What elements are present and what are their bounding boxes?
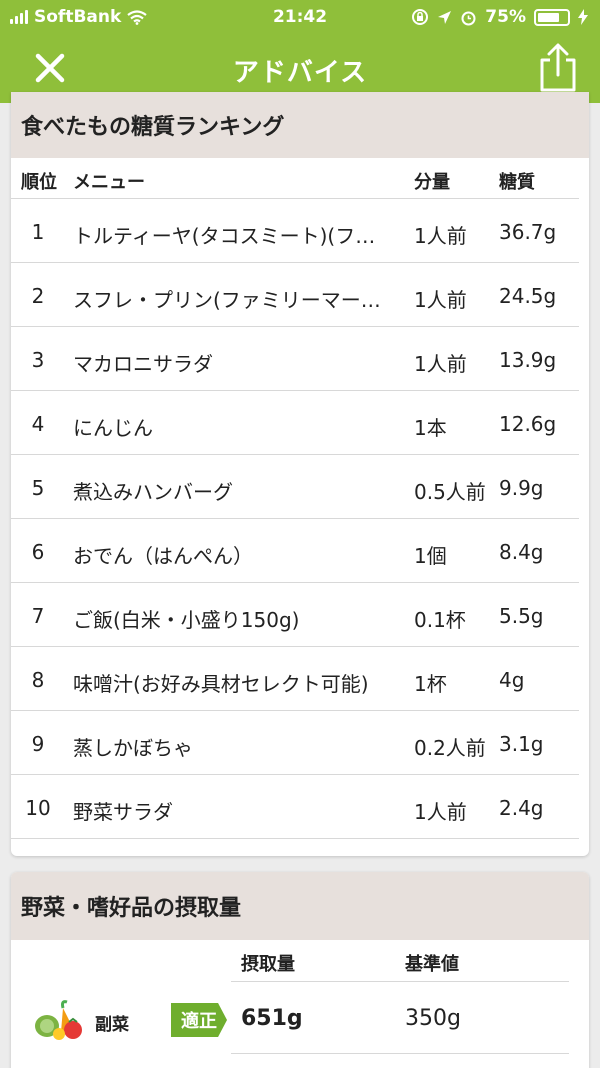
intake-standard: 350g xyxy=(405,1006,461,1031)
menu-cell: ご飯(白米・小盛り150g) xyxy=(73,608,300,632)
carb-cell: 4g xyxy=(499,668,525,692)
battery-fill xyxy=(538,12,559,22)
menu-cell: スフレ・プリン(ファミリーマー… xyxy=(73,288,381,312)
qty-cell: 1人前 xyxy=(414,288,467,312)
qty-cell: 1人前 xyxy=(414,352,467,376)
rank-cell: 7 xyxy=(31,604,45,628)
qty-cell: 0.2人前 xyxy=(414,736,486,760)
rank-cell: 3 xyxy=(31,348,45,372)
carb-ranking-title: 食べたもの糖質ランキング xyxy=(11,92,589,158)
intake-row[interactable]: 副菜 適正 651g 350g xyxy=(11,982,589,1054)
table-row[interactable]: 7 ご飯(白米・小盛り150g) 0.1杯 5.5g xyxy=(11,583,579,647)
battery-icon xyxy=(534,8,570,26)
rank-cell: 9 xyxy=(31,732,45,756)
header-amount: 摂取量 xyxy=(241,954,295,975)
charging-icon xyxy=(578,9,588,25)
rank-cell: 1 xyxy=(31,220,45,244)
qty-cell: 0.1杯 xyxy=(414,608,466,632)
header-menu: メニュー xyxy=(73,172,145,193)
intake-title: 野菜・嗜好品の摂取量 xyxy=(11,872,589,940)
menu-cell: おでん（はんぺん） xyxy=(73,544,253,568)
carb-cell: 12.6g xyxy=(499,412,557,436)
qty-cell: 0.5人前 xyxy=(414,480,486,504)
carb-cell: 2.4g xyxy=(499,796,544,820)
menu-cell: 味噌汁(お好み具材セレクト可能) xyxy=(73,672,369,696)
table-row[interactable]: 9 蒸しかぼちゃ 0.2人前 3.1g xyxy=(11,711,579,775)
carb-cell: 24.5g xyxy=(499,284,557,308)
intake-row-label: 副菜 xyxy=(95,1015,129,1035)
qty-cell: 1本 xyxy=(414,416,447,440)
rank-cell: 10 xyxy=(25,796,51,820)
table-row[interactable]: 3 マカロニサラダ 1人前 13.9g xyxy=(11,327,579,391)
header-rank: 順位 xyxy=(21,172,57,193)
header-standard: 基準値 xyxy=(405,954,459,975)
app-header: SoftBank 21:42 75% アドバイス xyxy=(0,0,600,103)
divider xyxy=(231,1053,569,1054)
carb-cell: 9.9g xyxy=(499,476,544,500)
alarm-icon xyxy=(461,11,476,25)
vegetables-icon xyxy=(35,1000,82,1040)
carb-cell: 36.7g xyxy=(499,220,557,244)
carb-cell: 13.9g xyxy=(499,348,557,372)
intake-table-header: 摂取量 基準値 xyxy=(11,940,589,982)
table-row[interactable]: 10 野菜サラダ 1人前 2.4g xyxy=(11,775,579,839)
qty-cell: 1人前 xyxy=(414,224,467,248)
ranking-rows: 1 トルティーヤ(タコスミート)(フ… 1人前 36.7g 2 スフレ・プリン(ファミリー… xyxy=(11,198,579,839)
location-icon xyxy=(438,10,452,24)
rank-cell: 5 xyxy=(31,476,45,500)
menu-cell: 野菜サラダ xyxy=(73,800,173,824)
menu-cell: にんじん xyxy=(73,416,153,440)
rotation-lock-icon xyxy=(412,9,429,25)
carb-cell: 3.1g xyxy=(499,732,544,756)
battery-percent: 75% xyxy=(485,7,526,27)
intake-card: 野菜・嗜好品の摂取量 摂取量 基準値 副菜 適正 651g 350g xyxy=(11,872,589,1068)
menu-cell: 煮込みハンバーグ xyxy=(73,480,233,504)
rank-cell: 4 xyxy=(31,412,45,436)
share-icon[interactable] xyxy=(536,42,580,94)
status-badge: 適正 xyxy=(171,1003,227,1037)
table-row[interactable]: 6 おでん（はんぺん） 1個 8.4g xyxy=(11,519,579,583)
table-row[interactable]: 5 煮込みハンバーグ 0.5人前 9.9g xyxy=(11,455,579,519)
carb-ranking-card: 食べたもの糖質ランキング 順位 メニュー 分量 糖質 1 トルティーヤ(タコスミー… xyxy=(11,92,589,856)
table-row[interactable]: 8 味噌汁(お好み具材セレクト可能) 1杯 4g xyxy=(11,647,579,711)
carb-cell: 8.4g xyxy=(499,540,544,564)
rank-cell: 2 xyxy=(31,284,45,308)
qty-cell: 1個 xyxy=(414,544,447,568)
header-qty: 分量 xyxy=(414,172,450,193)
intake-amount: 651g xyxy=(241,1006,303,1031)
menu-cell: マカロニサラダ xyxy=(73,352,213,376)
status-bar: SoftBank 21:42 75% xyxy=(0,0,600,34)
menu-cell: トルティーヤ(タコスミート)(フ… xyxy=(73,224,376,248)
table-row[interactable]: 4 にんじん 1本 12.6g xyxy=(11,391,579,455)
carb-cell: 5.5g xyxy=(499,604,544,628)
rank-cell: 6 xyxy=(31,540,45,564)
qty-cell: 1杯 xyxy=(414,672,447,696)
menu-cell: 蒸しかぼちゃ xyxy=(73,736,193,760)
qty-cell: 1人前 xyxy=(414,800,467,824)
status-right: 75% xyxy=(411,7,588,27)
rank-cell: 8 xyxy=(31,668,45,692)
table-row[interactable]: 2 スフレ・プリン(ファミリーマー… 1人前 24.5g xyxy=(11,263,579,327)
ranking-table-header: 順位 メニュー 分量 糖質 xyxy=(11,158,589,198)
table-row[interactable]: 1 トルティーヤ(タコスミート)(フ… 1人前 36.7g xyxy=(11,199,579,263)
header-carb: 糖質 xyxy=(499,172,535,193)
page-title: アドバイス xyxy=(232,58,368,88)
